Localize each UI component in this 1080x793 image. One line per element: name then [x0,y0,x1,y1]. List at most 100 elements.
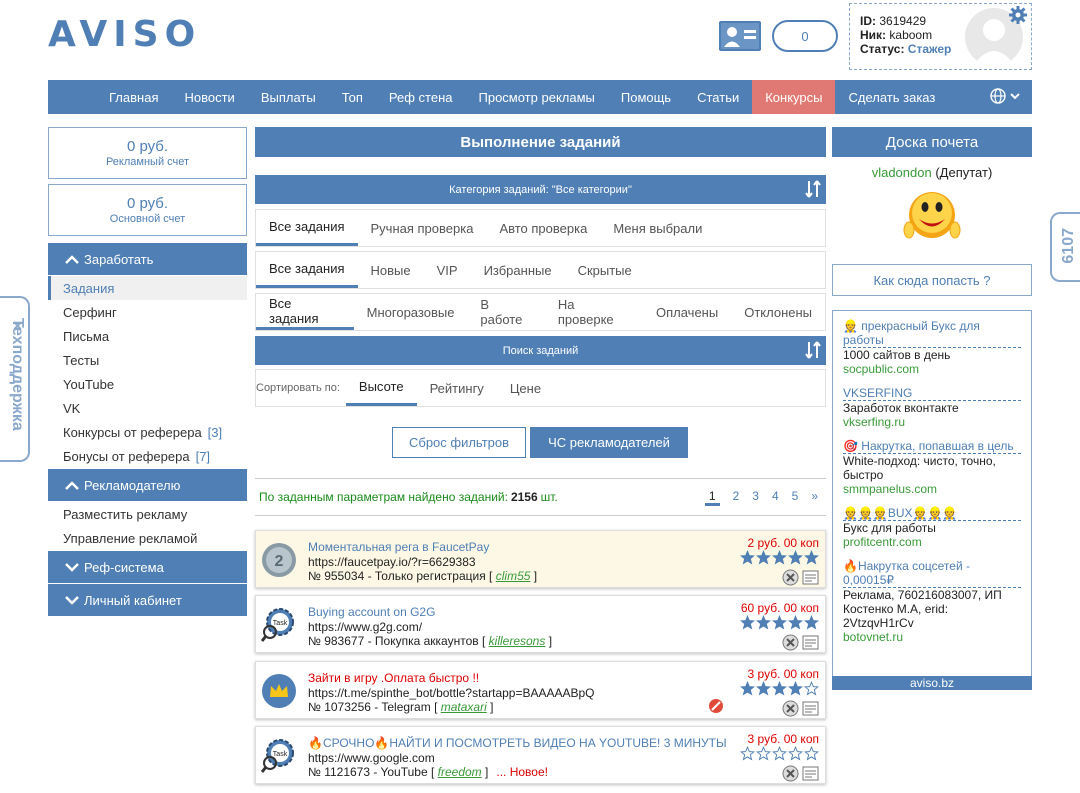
ad-balance[interactable]: 0 руб. Рекламный счет [48,127,247,179]
sidebar-item[interactable]: Тесты [48,348,247,372]
sidebar-item[interactable]: YouTube [48,372,247,396]
hide-icon[interactable] [782,765,799,782]
ad-title[interactable]: VKSERFING [843,386,1021,401]
sidebar-item[interactable]: Письма [48,324,247,348]
nav-item[interactable]: Просмотр рекламы [466,80,608,114]
messages-counter-button[interactable]: 0 [772,20,838,52]
nav-item[interactable]: Помощь [608,80,684,114]
task-title[interactable]: 🔥СРОЧНО🔥НАЙТИ И ПОСМОТРЕТЬ ВИДЕО НА YOUT… [308,736,727,750]
menu-earn-header[interactable]: Заработать [48,243,247,275]
task-card[interactable]: Task Buying account on G2G https://www.g2g… [255,595,826,653]
details-icon[interactable] [802,569,819,586]
sidebar-item[interactable]: Серфинг [48,300,247,324]
how-to-get-here-link[interactable]: Как сюда попасть ? [832,264,1032,296]
user-status[interactable]: Стажер [908,42,952,56]
task-card[interactable]: Task 🔥СРОЧНО🔥НАЙТИ И ПОСМОТРЕТЬ ВИДЕО НА … [255,726,826,784]
ad-title[interactable]: 🔥Накрутка соцсетей - 0,00015₽ [843,559,1021,588]
task-title[interactable]: Зайти в игру .Оплата быстро !! [308,671,479,685]
tab-task-state[interactable]: В работе [467,294,544,330]
details-icon[interactable] [802,765,819,782]
details-icon[interactable] [802,634,819,651]
gear-icon[interactable] [1008,5,1028,25]
page-link[interactable]: 1 [704,489,720,506]
nav-item[interactable]: Новости [171,80,247,114]
ad-url[interactable]: socpublic.com [843,362,1021,376]
task-author[interactable]: mataxari [441,700,487,714]
tab-task-state[interactable]: Отклонены [731,294,825,330]
task-author[interactable]: freedom [438,765,482,779]
hide-icon[interactable] [782,634,799,651]
sort-icon[interactable] [804,179,822,199]
sidebar-item[interactable]: Бонусы от реферера [7] [48,444,247,468]
tab-task-group[interactable]: VIP [424,252,471,288]
task-title[interactable]: Buying account on G2G [308,605,435,619]
category-bar[interactable]: Категория заданий: "Все категории" [255,175,826,204]
hide-icon[interactable] [782,569,799,586]
menu-item-manage-ads[interactable]: Управление рекламой [48,526,247,550]
nav-item[interactable]: Топ [329,80,376,114]
page-link[interactable]: 3 [752,489,759,506]
ad-url[interactable]: smmpanelus.com [843,482,1021,496]
menu-advertiser-header[interactable]: Рекламодателю [48,469,247,501]
online-counter-side-tab[interactable]: 6107 [1050,212,1080,282]
sidebar-item[interactable]: Задания [48,276,247,300]
tab-task-state[interactable]: Все задания [256,294,354,330]
menu-item-place-ad[interactable]: Разместить рекламу [48,502,247,526]
sort-icon[interactable] [804,340,822,360]
task-card[interactable]: 2 Моментальная рега в FaucetPay https://fa… [255,530,826,588]
details-icon[interactable] [802,700,819,717]
tab-check-type[interactable]: Меня выбрали [600,210,715,246]
page-link[interactable]: » [811,489,818,506]
ad-item[interactable]: 🔥Накрутка соцсетей - 0,00015₽ Реклама, 76… [843,559,1021,644]
ad-url[interactable]: botovnet.ru [843,630,1021,644]
ad-title[interactable]: 👷👷👷BUX👷👷👷 [843,506,1021,521]
ad-title[interactable]: 🎯 Накрутка, попавшая в цель [843,439,1021,454]
tab-check-type[interactable]: Авто проверка [486,210,600,246]
ad-block-footer[interactable]: aviso.bz [832,676,1032,690]
language-selector[interactable] [990,88,1020,104]
advertiser-blacklist-button[interactable]: ЧС рекламодателей [530,427,688,458]
support-side-tab[interactable]: × Техподдержка [0,296,30,462]
tab-task-group[interactable]: Новые [358,252,424,288]
page-link[interactable]: 5 [792,489,799,506]
ad-title[interactable]: 👷 прекрасный Букс для работы [843,319,1021,348]
site-logo[interactable]: AVISO [48,14,201,55]
tab-task-group[interactable]: Скрытые [565,252,645,288]
tab-task-state[interactable]: Оплачены [643,294,731,330]
ad-url[interactable]: profitcentr.com [843,535,1021,549]
main-balance[interactable]: 0 руб. Основной счет [48,184,247,236]
task-card[interactable]: Зайти в игру .Оплата быстро !! https://t.… [255,661,826,719]
tab-task-state[interactable]: Многоразовые [354,294,468,330]
task-author[interactable]: clim55 [496,569,531,583]
search-bar[interactable]: Поиск заданий [255,336,826,365]
ad-item[interactable]: 🎯 Накрутка, попавшая в цель White-подход:… [843,439,1021,496]
tab-task-state[interactable]: На проверке [545,294,643,330]
reset-filters-button[interactable]: Сброс фильтров [392,427,526,458]
menu-ref-header[interactable]: Реф-система [48,551,247,583]
nav-item[interactable]: Конкурсы [752,80,836,114]
nav-item[interactable]: Выплаты [248,80,329,114]
tab-sort[interactable]: Высоте [345,370,417,406]
task-author[interactable]: killeresons [489,634,546,648]
tab-task-group[interactable]: Избранные [471,252,565,288]
sidebar-item[interactable]: Конкурсы от реферера [3] [48,420,247,444]
tab-check-type[interactable]: Ручная проверка [358,210,487,246]
page-link[interactable]: 4 [772,489,779,506]
tab-sort[interactable]: Рейтингу [417,370,497,406]
tab-sort[interactable]: Цене [497,370,554,406]
sidebar-item[interactable]: VK [48,396,247,420]
profile-card-icon[interactable] [718,20,762,52]
nav-item[interactable]: Сделать заказ [835,80,948,114]
task-title[interactable]: Моментальная рега в FaucetPay [308,540,489,554]
ad-url[interactable]: vkserfing.ru [843,415,1021,429]
tab-check-type[interactable]: Все задания [256,210,358,246]
hide-icon[interactable] [782,700,799,717]
tab-task-group[interactable]: Все задания [256,252,358,288]
nav-item[interactable]: Реф стена [376,80,466,114]
page-link[interactable]: 2 [733,489,740,506]
ad-item[interactable]: 👷👷👷BUX👷👷👷 Букс для работы profitcentr.com [843,506,1021,549]
nav-item[interactable]: Статьи [684,80,752,114]
nav-item[interactable]: Главная [96,80,171,114]
menu-cabinet-header[interactable]: Личный кабинет [48,584,247,616]
honor-user-name[interactable]: vladondon [872,165,932,180]
